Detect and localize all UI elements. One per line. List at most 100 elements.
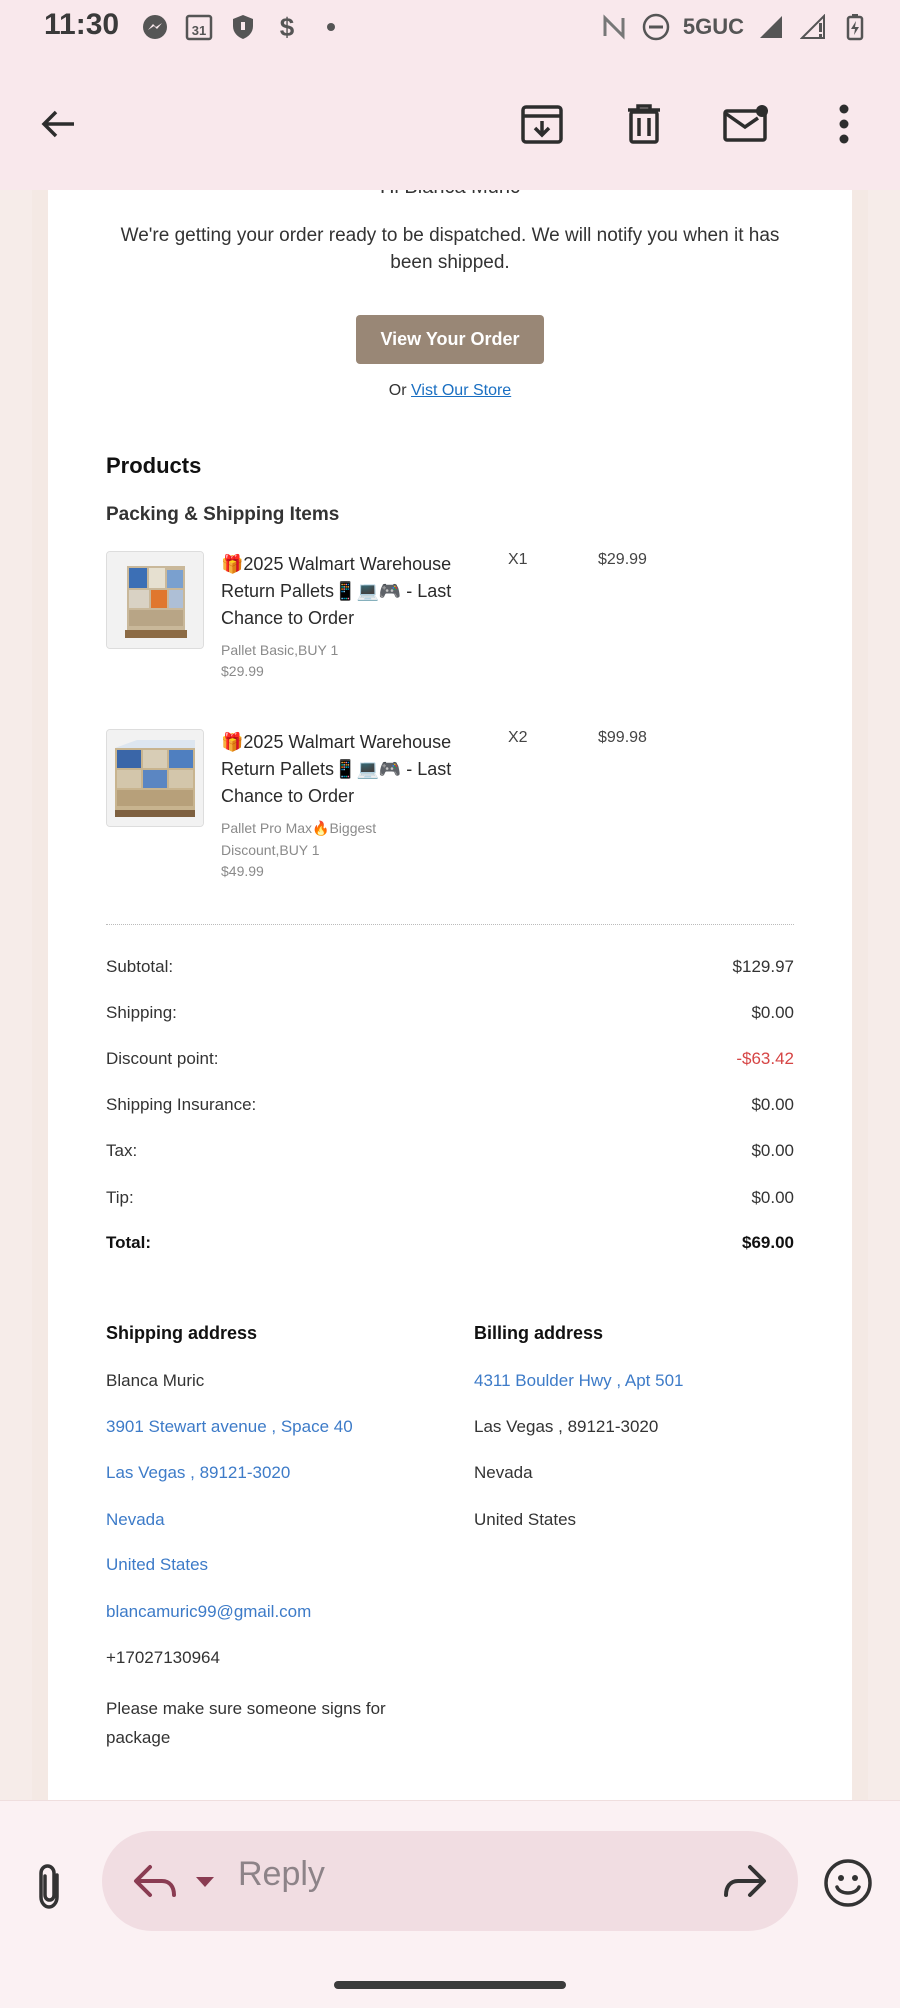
- summary-value: -$63.42: [736, 1049, 794, 1068]
- shipping-country-link[interactable]: United States: [106, 1555, 208, 1575]
- more-options-button[interactable]: [816, 96, 872, 152]
- packing-heading: Packing & Shipping Items: [106, 504, 340, 525]
- product-item: 🎁2025 Walmart Warehouse Return Pallets📱💻…: [106, 729, 806, 889]
- svg-text:31: 31: [192, 23, 206, 38]
- shipping-note: Please make sure someone signs for packa…: [106, 1699, 386, 1747]
- subtotal-row: Subtotal: $129.97: [106, 957, 794, 983]
- gesture-bar[interactable]: [334, 1981, 566, 1989]
- product-variant: Pallet Pro Max🔥Biggest Discount,BUY 1: [221, 820, 377, 858]
- visit-store-link[interactable]: Vist Our Store: [411, 382, 511, 399]
- clock: 11:30: [44, 8, 120, 41]
- messenger-icon: [140, 12, 170, 42]
- delete-button[interactable]: [616, 96, 672, 152]
- summary-value: $129.97: [732, 957, 794, 976]
- summary-label: Total:: [106, 1233, 152, 1252]
- status-bar: 11:30 31 $ 5GUC: [0, 0, 900, 56]
- back-button[interactable]: [30, 96, 86, 152]
- discount-row: Discount point: -$63.42: [106, 1049, 794, 1075]
- intro-text: We're getting your order ready to be dis…: [120, 225, 780, 273]
- battery-charging-icon: [840, 12, 870, 42]
- shipping-city-link[interactable]: Las Vegas , 89121-3020: [106, 1463, 290, 1483]
- email-body-scroll[interactable]: Hi Blanca Muric We're getting your order…: [0, 190, 900, 1800]
- summary-value: $0.00: [751, 1141, 794, 1160]
- summary-label: Shipping Insurance:: [106, 1095, 257, 1114]
- store-prefix: Or: [388, 382, 407, 399]
- product-title[interactable]: 🎁2025 Walmart Warehouse Return Pallets📱💻…: [221, 551, 491, 632]
- tip-row: Tip: $0.00: [106, 1188, 794, 1214]
- dot-icon: [316, 12, 346, 42]
- shipping-address-heading: Shipping address: [106, 1323, 258, 1343]
- reply-input[interactable]: Reply: [238, 1855, 325, 1894]
- do-not-disturb-icon: [641, 12, 671, 42]
- products-heading: Products: [106, 453, 202, 478]
- summary-value: $0.00: [751, 1003, 794, 1022]
- product-variant: Pallet Basic,BUY 1: [221, 642, 339, 658]
- store-line: Or Vist Our Store: [48, 382, 852, 400]
- signal-alt-icon: [798, 12, 828, 42]
- shipping-name: Blanca Muric: [106, 1371, 205, 1390]
- signal-icon: [756, 12, 786, 42]
- summary-label: Subtotal:: [106, 957, 174, 976]
- emoji-icon[interactable]: [822, 1857, 874, 1909]
- view-order-button[interactable]: View Your Order: [356, 315, 544, 364]
- insurance-row: Shipping Insurance: $0.00: [106, 1095, 794, 1121]
- product-unit-price: $29.99: [221, 663, 264, 679]
- billing-state: Nevada: [474, 1463, 533, 1482]
- summary-value: $69.00: [742, 1233, 794, 1252]
- product-quantity: X1: [508, 551, 528, 568]
- chevron-down-icon[interactable]: [190, 1867, 220, 1897]
- product-quantity: X2: [508, 729, 528, 746]
- billing-street-link[interactable]: 4311 Boulder Hwy , Apt 501: [474, 1371, 684, 1391]
- summary-value: $0.00: [751, 1095, 794, 1114]
- product-image[interactable]: [106, 551, 204, 649]
- billing-address-heading: Billing address: [474, 1323, 604, 1343]
- billing-country: United States: [474, 1510, 577, 1529]
- billing-address: Billing address 4311 Boulder Hwy , Apt 5…: [474, 1323, 814, 1529]
- dollar-icon: $: [272, 12, 302, 42]
- forward-icon[interactable]: [720, 1857, 770, 1905]
- system-icons: 5GUC: [599, 12, 870, 42]
- network-type: 5GUC: [682, 14, 744, 39]
- product-image[interactable]: [106, 729, 204, 827]
- nfc-icon: [599, 12, 629, 42]
- delete-icon: [628, 104, 660, 144]
- shipping-state-link[interactable]: Nevada: [106, 1510, 165, 1530]
- total-row: Total: $69.00: [106, 1233, 794, 1259]
- product-title[interactable]: 🎁2025 Walmart Warehouse Return Pallets📱💻…: [221, 729, 491, 810]
- summary-label: Discount point:: [106, 1049, 219, 1068]
- attach-button[interactable]: [26, 1859, 74, 1915]
- reply-pill[interactable]: Reply: [102, 1831, 798, 1931]
- product-unit-price: $49.99: [221, 863, 264, 879]
- summary-label: Shipping:: [106, 1003, 177, 1022]
- email-card: Hi Blanca Muric We're getting your order…: [48, 190, 852, 1800]
- reply-bar: Reply: [0, 1800, 900, 2008]
- back-arrow-icon: [41, 110, 74, 138]
- shipping-phone: +17027130964: [106, 1648, 220, 1667]
- archive-icon: [521, 105, 563, 144]
- product-line-total: $29.99: [598, 551, 647, 568]
- billing-city: Las Vegas , 89121-3020: [474, 1417, 659, 1436]
- product-item: 🎁2025 Walmart Warehouse Return Pallets📱💻…: [106, 551, 806, 711]
- archive-button[interactable]: [514, 96, 570, 152]
- svg-text:$: $: [280, 13, 295, 41]
- mark-unread-button[interactable]: [718, 96, 774, 152]
- greeting: Hi Blanca Muric: [48, 190, 852, 199]
- summary-label: Tip:: [106, 1188, 134, 1207]
- shipping-email-link[interactable]: blancamuric99@gmail.com: [106, 1602, 311, 1622]
- shield-icon: [228, 12, 258, 42]
- paperclip-icon: [39, 1864, 59, 1909]
- product-line-total: $99.98: [598, 729, 647, 746]
- summary-label: Tax:: [106, 1141, 138, 1160]
- shipping-address: Shipping address Blanca Muric 3901 Stewa…: [106, 1323, 446, 1763]
- more-vert-icon: [839, 104, 849, 144]
- notification-icons: 31 $: [140, 12, 346, 42]
- shipping-row: Shipping: $0.00: [106, 1003, 794, 1029]
- reply-icon[interactable]: [130, 1857, 180, 1905]
- divider: [106, 924, 794, 925]
- email-toolbar: [0, 56, 900, 190]
- mark-unread-icon: [723, 105, 768, 142]
- summary-value: $0.00: [751, 1188, 794, 1207]
- calendar-icon: 31: [184, 12, 214, 42]
- shipping-street-link[interactable]: 3901 Stewart avenue , Space 40: [106, 1417, 353, 1437]
- tax-row: Tax: $0.00: [106, 1141, 794, 1167]
